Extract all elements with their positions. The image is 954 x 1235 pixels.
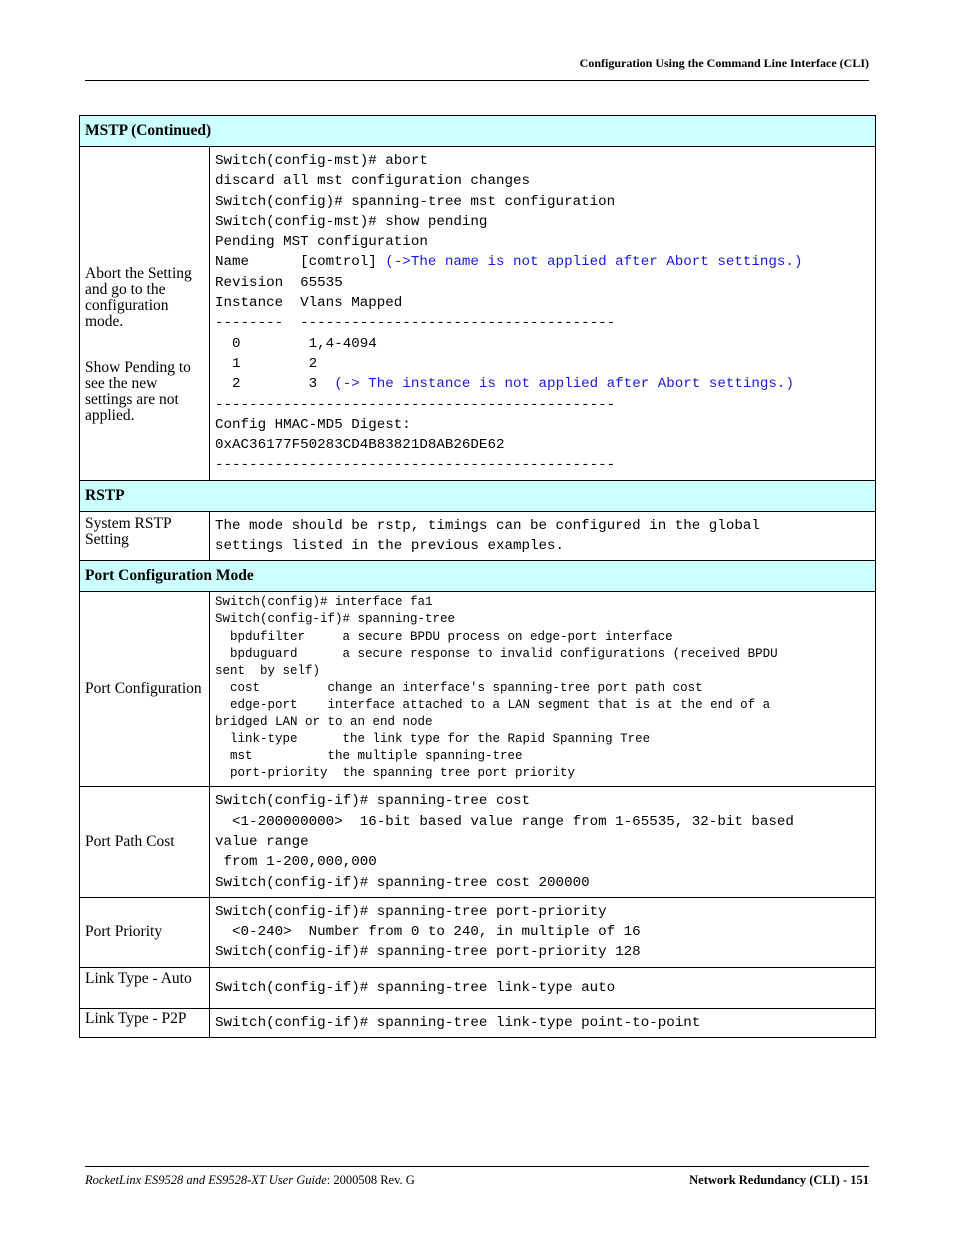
section-header-rstp: RSTP — [79, 479, 876, 512]
row-label: Link Type - P2P — [79, 1007, 210, 1039]
code-line: bpduguard a secure response to invalid c… — [215, 646, 778, 661]
code-text: Revision 65535 — [215, 274, 343, 291]
code-text: Config HMAC-MD5 Digest: — [215, 416, 411, 433]
running-header-title: Configuration Using the Command Line Int… — [579, 56, 869, 70]
header-rule — [85, 80, 869, 81]
code-text: discard all mst configuration changes — [215, 173, 531, 190]
annotation-note: (-> The instance is not applied after Ab… — [334, 376, 794, 393]
section-header-mstp: MSTP (Continued) — [79, 115, 876, 147]
footer-guide-reference: RocketLinx ES9528 and ES9528-XT User Gui… — [85, 1173, 415, 1188]
cli-code-block: Switch(config)# interface fa1 Switch(conf… — [209, 591, 876, 788]
code-line: link-type the link type for the Rapid Sp… — [215, 732, 651, 747]
section-title: Port Configuration Mode — [79, 560, 876, 593]
code-line: Switch(config-if)# spanning-tree link-ty… — [215, 1014, 701, 1031]
code-line: Switch(config-mst)# show pending — [215, 212, 870, 232]
code-line: 1 2 — [215, 354, 870, 374]
code-text: Switch(config-mst)# abort — [215, 153, 428, 169]
code-line: Switch(config-mst)# abort — [215, 151, 870, 171]
table-row: System RSTP Setting The mode should be r… — [79, 510, 876, 562]
code-line: from 1-200,000,000 — [215, 854, 377, 871]
code-text: 2 3 — [215, 376, 335, 393]
code-line: 0xAC36177F50283CD4B83821D8AB26DE62 — [215, 435, 870, 455]
cli-code-block: Switch(config-mst)# abort discard all mst… — [209, 146, 876, 481]
code-line: Config HMAC-MD5 Digest: — [215, 415, 870, 435]
code-line: bridged LAN or to an end node — [215, 715, 433, 729]
code-line: <0-240> Number from 0 to 240, in multipl… — [215, 924, 641, 941]
code-text: Switch(config)# spanning-tree mst config… — [215, 193, 616, 210]
row-label: Port Configuration — [79, 591, 210, 788]
code-line: Instance Vlans Mapped — [215, 293, 870, 313]
footer-rule — [85, 1166, 869, 1167]
code-line: discard all mst configuration changes — [215, 171, 870, 191]
cli-code-block: The mode should be rstp, timings can be … — [209, 510, 876, 562]
code-line: Pending MST configuration — [215, 232, 870, 252]
code-text: -------- -------------------------------… — [215, 315, 616, 332]
code-line: ----------------------------------------… — [215, 455, 870, 475]
code-line: Switch(config)# spanning-tree mst config… — [215, 192, 870, 212]
code-line: Switch(config)# interface fa1 — [215, 595, 433, 610]
code-line: Switch(config-if)# spanning-tree cost 20… — [215, 874, 590, 891]
guide-title: RocketLinx ES9528 and ES9528-XT User Gui… — [85, 1173, 327, 1187]
code-line: bpdufilter a secure BPDU process on edge… — [215, 629, 673, 644]
code-text: 0 1,4-4094 — [215, 335, 377, 352]
table-row: Abort the Setting and go to the configur… — [79, 146, 876, 481]
code-line: The mode should be rstp, timings can be … — [215, 517, 760, 534]
cli-code-block: Switch(config-if)# spanning-tree cost <1… — [209, 786, 876, 898]
code-line: Switch(config-if)# spanning-tree — [215, 612, 456, 627]
row-label: System RSTP Setting — [79, 510, 210, 562]
code-line: Switch(config-if)# spanning-tree port-pr… — [215, 903, 607, 920]
code-line: value range — [215, 833, 309, 850]
code-text: ----------------------------------------… — [215, 457, 616, 474]
table-row: Port Priority Switch(config-if)# spannin… — [79, 896, 876, 968]
code-line: port-priority the spanning tree port pri… — [215, 766, 576, 781]
code-line: Switch(config-if)# spanning-tree link-ty… — [215, 979, 616, 996]
doc-number: : 2000508 Rev. G — [326, 1173, 415, 1187]
code-text: Instance Vlans Mapped — [215, 295, 403, 312]
code-text: ----------------------------------------… — [215, 396, 616, 413]
code-text: Pending MST configuration — [215, 234, 428, 251]
table-row: Port Configuration Switch(config)# inter… — [79, 591, 876, 788]
code-line: Switch(config-if)# spanning-tree cost — [215, 793, 531, 810]
table-row: Port Path Cost Switch(config-if)# spanni… — [79, 786, 876, 898]
row-label: Port Priority — [79, 896, 210, 968]
code-line: Switch(config-if)# spanning-tree port-pr… — [215, 944, 641, 961]
code-line: cost change an interface's spanning-tree… — [215, 680, 703, 695]
code-line: mst the multiple spanning-tree — [215, 749, 523, 764]
code-text: 1 2 — [215, 355, 318, 372]
code-line: 0 1,4-4094 — [215, 334, 870, 354]
section-title: MSTP (Continued) — [79, 115, 876, 147]
table-row: Link Type - P2P Switch(config-if)# spann… — [79, 1007, 876, 1039]
table-row: Link Type - Auto Switch(config-if)# span… — [79, 966, 876, 1009]
row-label: Abort the Setting and go to the configur… — [79, 146, 210, 481]
code-text: Name [comtrol] — [215, 254, 386, 271]
code-line: -------- -------------------------------… — [215, 313, 870, 333]
section-header-port-configuration: Port Configuration Mode — [79, 560, 876, 593]
footer-page-label: Network Redundancy (CLI) - 151 — [689, 1173, 869, 1187]
section-title: RSTP — [79, 479, 876, 512]
cli-code-block: Switch(config-if)# spanning-tree port-pr… — [209, 896, 876, 968]
row-label: Port Path Cost — [79, 786, 210, 898]
code-text: 0xAC36177F50283CD4B83821D8AB26DE62 — [215, 437, 505, 454]
cli-code-block: Switch(config-if)# spanning-tree link-ty… — [209, 966, 876, 1009]
annotation-note: (->The name is not applied after Abort s… — [385, 254, 803, 271]
code-line: 2 3 (-> The instance is not applied afte… — [215, 374, 870, 394]
code-line: edge-port interface attached to a LAN se… — [215, 697, 771, 712]
code-line: <1-200000000> 16-bit based value range f… — [215, 813, 794, 830]
row-label: Link Type - Auto — [79, 966, 210, 1009]
label-show-pending: Show Pending to see the new settings are… — [85, 359, 191, 425]
cli-reference-table: MSTP (Continued) Abort the Setting and g… — [79, 115, 876, 1039]
code-line: Name [comtrol] (->The name is not applie… — [215, 252, 870, 272]
code-text: Switch(config-mst)# show pending — [215, 213, 488, 230]
code-line: ----------------------------------------… — [215, 395, 870, 415]
label-abort: Abort the Setting and go to the configur… — [85, 265, 192, 331]
code-line: Revision 65535 — [215, 273, 870, 293]
cli-code-block: Switch(config-if)# spanning-tree link-ty… — [209, 1007, 876, 1039]
code-line: sent by self) — [215, 663, 321, 678]
code-line: settings listed in the previous examples… — [215, 538, 565, 555]
